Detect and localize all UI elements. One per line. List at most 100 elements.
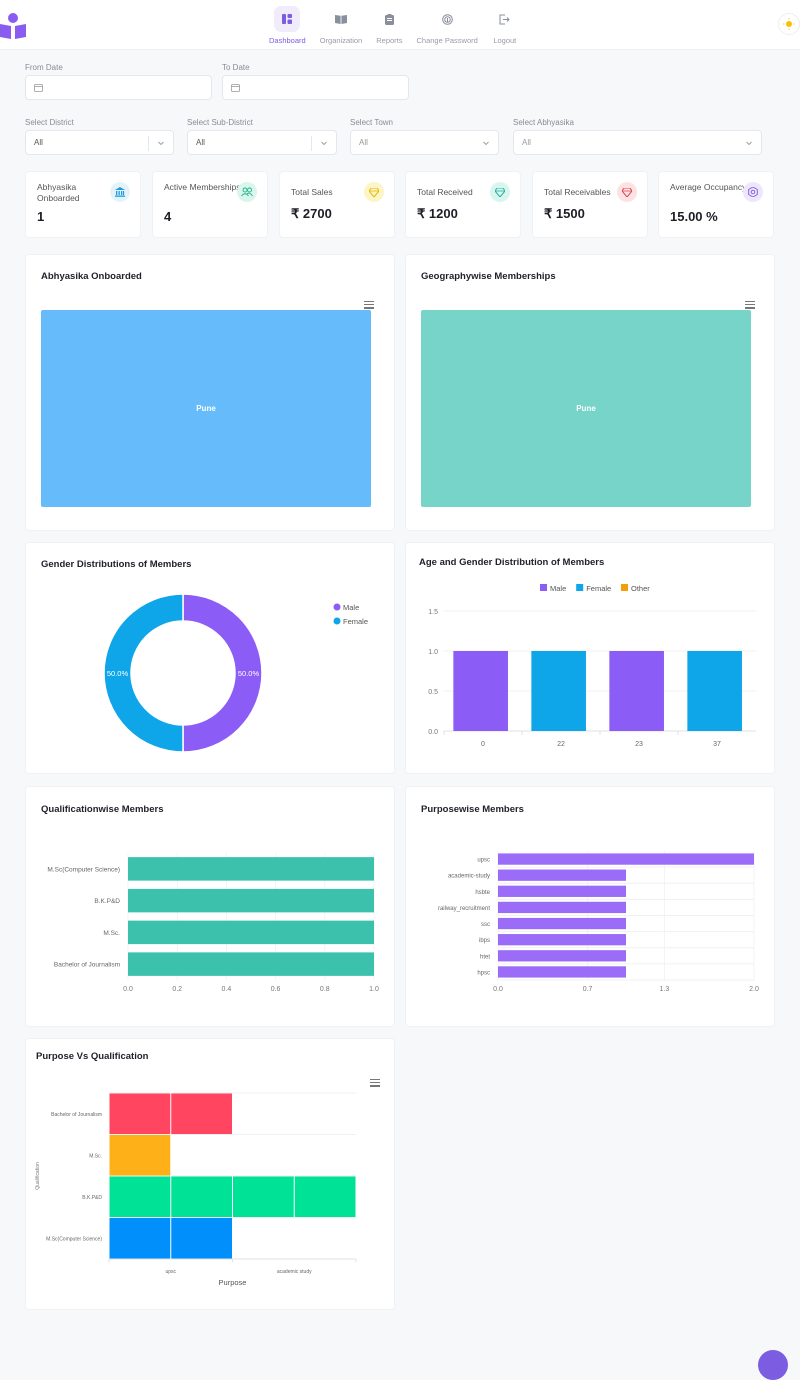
y-axis-title: Qualification xyxy=(35,1162,41,1190)
legend-marker xyxy=(333,617,341,625)
stat-value: 1 xyxy=(37,209,45,224)
legend-marker xyxy=(621,584,628,591)
stat-title: Total Sales xyxy=(291,187,333,197)
heatmap-cell xyxy=(294,1176,356,1217)
chevron-down-icon xyxy=(746,141,752,146)
legend-marker xyxy=(540,584,547,591)
nav-label: Change Password xyxy=(416,36,478,45)
purpose-vs-qualification-card: Purpose Vs Qualification Bachelor of Jou… xyxy=(25,1038,395,1310)
calendar-icon xyxy=(231,84,240,92)
sub-district-select[interactable]: All xyxy=(187,130,337,155)
x-axis-title: Purpose xyxy=(219,1278,247,1287)
stat-title: Active Memberships xyxy=(164,182,241,192)
bar xyxy=(498,966,626,978)
district-select[interactable]: All xyxy=(25,130,174,155)
chevron-down-icon xyxy=(158,141,164,146)
chart-menu-icon[interactable] xyxy=(364,301,374,309)
stat-value: ₹ 1200 xyxy=(417,206,458,221)
treemap-tile[interactable]: Pune xyxy=(421,310,751,507)
heatmap-cell xyxy=(109,1218,171,1259)
nav-label: Organization xyxy=(319,36,363,45)
stat-card-active-memberships: Active Memberships 4 xyxy=(152,171,268,238)
stat-value: ₹ 2700 xyxy=(291,206,332,221)
y-tick-label: Bachelor of Journalism xyxy=(54,962,120,969)
logout-icon xyxy=(492,6,518,32)
x-tick-label: academic study xyxy=(277,1269,312,1275)
to-date-label: To Date xyxy=(222,63,250,72)
heatmap-cell xyxy=(171,1176,232,1217)
stat-value: 4 xyxy=(164,209,172,224)
y-tick-label: upsc xyxy=(477,858,490,864)
nav-organization[interactable]: Organization xyxy=(313,6,370,45)
age-gender-card: Age and Gender Distribution of Members M… xyxy=(405,542,775,774)
chevron-down-icon xyxy=(321,141,327,146)
nav-logout[interactable]: Logout xyxy=(485,6,525,45)
purpose-members-card: Purposewise Members 0.0 0.7 1.3 2.0 upsc acad… xyxy=(405,786,775,1027)
bar xyxy=(128,857,374,881)
hexagon-icon xyxy=(743,182,763,202)
stat-title: Average Occupancy xyxy=(670,182,747,192)
legend-label: Other xyxy=(631,584,650,593)
reader-book-icon[interactable] xyxy=(0,12,26,40)
y-tick-label: hsbte xyxy=(475,890,490,896)
diamond-icon xyxy=(364,182,384,202)
diamond-icon xyxy=(490,182,510,202)
district-label: Select District xyxy=(25,118,74,127)
town-select[interactable]: All xyxy=(350,130,499,155)
bar xyxy=(498,853,754,865)
bank-icon xyxy=(110,182,130,202)
heatmap-cell xyxy=(233,1176,294,1217)
y-tick-label: 1.0 xyxy=(428,649,438,656)
top-navbar: Dashboard Organization Reports Change Pa… xyxy=(0,0,800,50)
district-value: All xyxy=(34,138,43,147)
bar xyxy=(128,920,374,945)
nav-reports[interactable]: Reports xyxy=(369,6,409,45)
chevron-down-icon xyxy=(483,141,489,146)
bar xyxy=(453,651,508,731)
x-tick-label: 2.0 xyxy=(749,986,759,993)
bar xyxy=(531,651,586,731)
nav-label: Logout xyxy=(493,36,517,45)
x-tick-label: upsc xyxy=(165,1269,176,1275)
nav-change-password[interactable]: Change Password xyxy=(410,6,485,45)
to-date-input[interactable] xyxy=(222,75,409,100)
treemap-label: Pune xyxy=(576,404,596,413)
heatmap-cell xyxy=(171,1218,232,1259)
chart-menu-icon[interactable] xyxy=(745,301,755,309)
y-tick-label: htet xyxy=(480,954,490,960)
purpose-qualification-heatmap: Bachelor of Journalism M.Sc. B.K.P&D M.Sc(C… xyxy=(35,1092,357,1287)
heatmap-cell xyxy=(109,1093,171,1134)
stat-card-abhyasika-onboarded: Abhyasika Onboarded 1 xyxy=(25,171,141,238)
town-label: Select Town xyxy=(350,118,393,127)
from-date-label: From Date xyxy=(25,63,63,72)
sun-icon xyxy=(783,18,795,30)
x-tick-label: 23 xyxy=(635,741,643,748)
fingerprint-icon xyxy=(434,6,460,32)
bar xyxy=(498,934,626,946)
theme-toggle-button[interactable] xyxy=(778,13,800,35)
y-tick-label: ibps xyxy=(479,938,490,944)
stat-card-total-receivables: Total Receivables ₹ 1500 xyxy=(532,171,648,238)
town-value: All xyxy=(359,138,368,147)
x-tick-label: 0.0 xyxy=(123,986,133,993)
stat-card-total-received: Total Received ₹ 1200 xyxy=(405,171,521,238)
bar xyxy=(498,950,626,962)
x-tick-label: 0.4 xyxy=(222,986,232,993)
y-tick-label: M.Sc(Computer Science) xyxy=(47,866,120,873)
bar xyxy=(498,917,626,930)
y-tick-label: hpsc xyxy=(477,970,490,976)
abhyasika-select[interactable]: All xyxy=(513,130,762,155)
treemap-label: Pune xyxy=(196,404,216,413)
legend-marker xyxy=(576,584,584,591)
nav-dashboard[interactable]: Dashboard xyxy=(262,6,313,45)
sub-district-value: All xyxy=(196,138,205,147)
bar xyxy=(498,869,626,881)
book-icon xyxy=(328,6,354,32)
x-tick-label: 37 xyxy=(713,741,721,748)
legend-marker xyxy=(333,603,341,611)
legend-label: Female xyxy=(586,584,611,593)
from-date-input[interactable] xyxy=(25,75,212,100)
treemap-tile[interactable]: Pune xyxy=(41,310,371,507)
floating-action-button[interactable] xyxy=(758,1350,788,1380)
x-tick-label: 0.8 xyxy=(320,986,330,993)
